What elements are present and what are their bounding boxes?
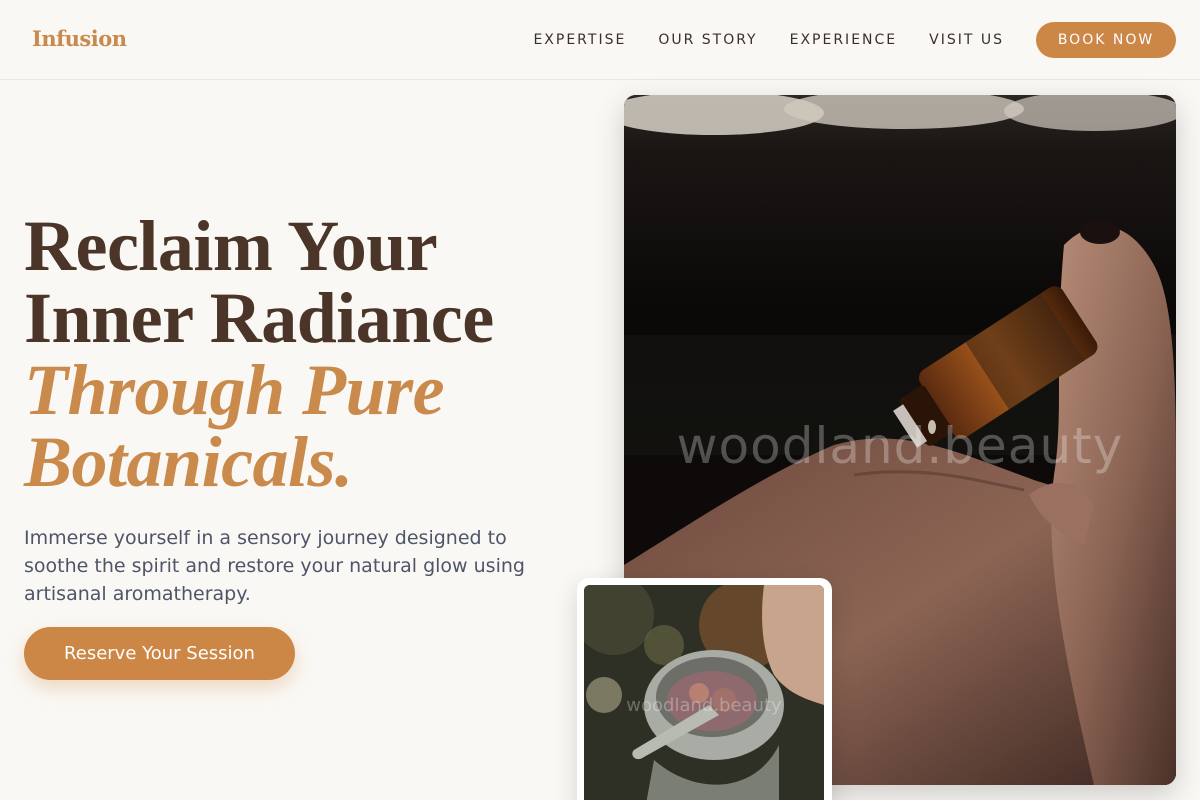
main-nav: EXPERTISE OUR STORY EXPERIENCE VISIT US … — [533, 22, 1176, 58]
nav-link-visit-us[interactable]: VISIT US — [929, 22, 1004, 58]
reserve-session-button[interactable]: Reserve Your Session — [24, 627, 295, 680]
nav-link-experience[interactable]: EXPERIENCE — [790, 22, 898, 58]
secondary-image-card: woodland.beauty — [577, 578, 832, 800]
nav-link-our-story[interactable]: OUR STORY — [658, 22, 757, 58]
mortar-pestle-illustration — [584, 585, 824, 800]
hero-title-line-2: Inner Radiance — [24, 278, 494, 358]
secondary-image: woodland.beauty — [584, 585, 824, 800]
nav-link-expertise[interactable]: EXPERTISE — [533, 22, 626, 58]
hero-title-accent-2: Botanicals. — [24, 422, 353, 502]
site-header: Infusion EXPERTISE OUR STORY EXPERIENCE … — [0, 0, 1200, 80]
brand-logo[interactable]: Infusion — [32, 26, 127, 51]
hero-title-accent-1: Through Pure — [24, 350, 445, 430]
book-now-button[interactable]: BOOK NOW — [1036, 22, 1176, 58]
hero-title-line-1: Reclaim Your — [24, 206, 438, 286]
hero-subtitle: Immerse yourself in a sensory journey de… — [24, 527, 525, 605]
hero-title: Reclaim Your Inner Radiance Through Pure… — [24, 210, 584, 498]
main-image-watermark: woodland.beauty — [676, 417, 1124, 475]
secondary-image-watermark: woodland.beauty — [626, 695, 782, 716]
